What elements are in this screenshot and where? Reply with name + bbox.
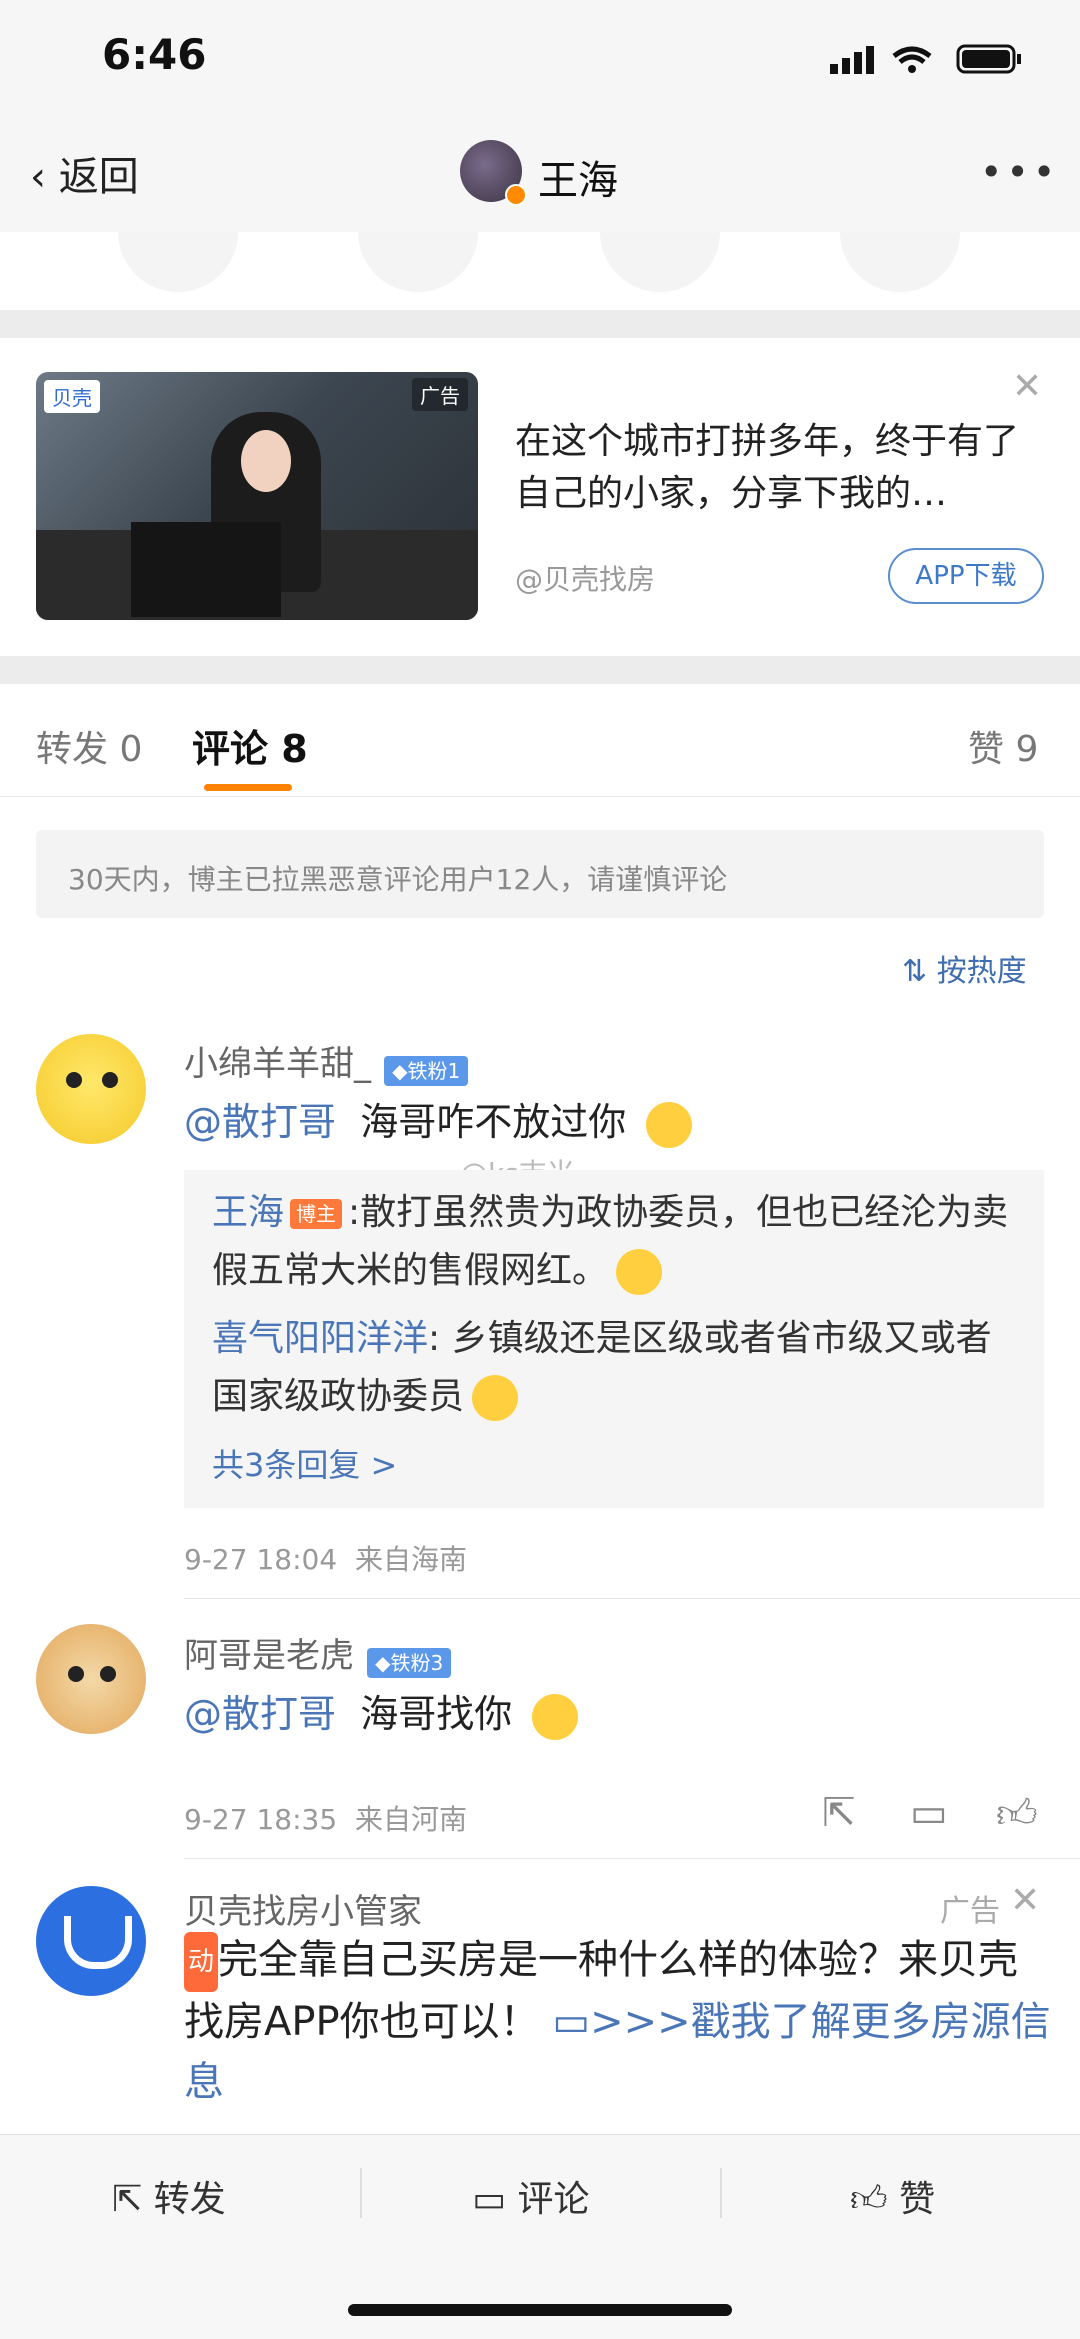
comment-time: 9-27 18:04: [184, 1543, 338, 1576]
laugh-cry-emoji-icon: [646, 1101, 693, 1148]
status-icons: [830, 42, 1030, 82]
ad-image-laptop: [131, 522, 281, 617]
bottom-divider: [360, 2168, 362, 2218]
comment-location: 来自海南: [354, 1543, 467, 1576]
tab-comments[interactable]: 评论 8: [192, 718, 308, 773]
mention-link[interactable]: @散打哥: [184, 1692, 336, 1736]
ad-image[interactable]: 贝壳 广告: [36, 372, 478, 620]
host-badge: 博主: [290, 1199, 343, 1229]
close-icon[interactable]: ✕: [1010, 1880, 1040, 1921]
post-action-strip: [0, 232, 1080, 310]
fan-badge: ◆铁粉3: [367, 1647, 452, 1678]
comment-divider: [184, 1858, 1080, 1859]
avatar-eye: [68, 1666, 84, 1682]
avatar-eye: [66, 1072, 82, 1088]
forward-label: 转发: [153, 2179, 226, 2220]
comment-username[interactable]: 贝壳找房小管家: [184, 1884, 422, 1933]
video-icon: ▭: [552, 1999, 591, 2045]
tab-forward[interactable]: 转发 0: [36, 720, 142, 772]
comment-divider: [184, 1598, 1080, 1599]
action-circle[interactable]: [840, 232, 960, 292]
sort-label: 按热度: [936, 954, 1027, 989]
brand-logo-icon: [64, 1916, 132, 1969]
comment-text: @散打哥 海哥找你: [184, 1684, 579, 1744]
comment-icon[interactable]: ▭: [910, 1790, 948, 1836]
close-icon[interactable]: ✕: [1012, 366, 1042, 407]
home-indicator: [348, 2304, 732, 2316]
ad-tag: 广告: [412, 378, 468, 411]
ad-comment-text[interactable]: 动完全靠自己买房是一种什么样的体验？来贝壳找房APP你也可以！ ▭>>>戳我了解…: [184, 1930, 1054, 2112]
comment-location: 来自河南: [354, 1803, 467, 1836]
back-button[interactable]: ‹ 返回: [30, 144, 139, 202]
comment-label: 评论: [517, 2179, 590, 2220]
share-icon[interactable]: ⇱: [822, 1790, 856, 1836]
comment-button[interactable]: ▭ 评论: [472, 2170, 589, 2222]
laugh-cry-emoji-icon: [532, 1693, 579, 1740]
back-label: 返回: [58, 154, 139, 200]
comment-meta: 9-27 18:35 来自河南: [184, 1798, 467, 1838]
bottom-divider: [720, 2168, 722, 2218]
more-options-icon[interactable]: •••: [980, 150, 1059, 194]
verified-badge-icon: [505, 184, 527, 206]
action-circle[interactable]: [118, 232, 238, 292]
avatar[interactable]: [36, 1886, 146, 1996]
ad-source: @贝壳找房: [515, 563, 656, 596]
action-circle[interactable]: [600, 232, 720, 292]
section-divider: [0, 656, 1080, 684]
laugh-cry-emoji-icon: [616, 1249, 663, 1295]
comment-text: @散打哥 海哥咋不放过你: [184, 1092, 693, 1152]
comment-username[interactable]: 小绵羊羊甜_: [184, 1044, 371, 1084]
app-download-button[interactable]: APP下载: [888, 548, 1044, 604]
comment-header: 阿哥是老虎 ◆铁粉3: [184, 1628, 452, 1678]
ad-logo: 贝壳: [44, 380, 100, 413]
scared-emoji-icon: [472, 1375, 519, 1421]
tab-bar: [0, 684, 1080, 797]
avatar[interactable]: [36, 1624, 146, 1734]
comment-header: 小绵羊羊甜_ ◆铁粉1: [184, 1036, 469, 1086]
avatar-eye: [100, 1666, 116, 1682]
action-circle[interactable]: [358, 232, 478, 292]
reply-username[interactable]: 王海: [212, 1192, 284, 1233]
reply-username[interactable]: 喜气阳阳洋洋: [212, 1318, 428, 1359]
sort-icon: ⇅: [902, 954, 928, 989]
comment-body: 海哥找你: [360, 1692, 513, 1736]
ad-text[interactable]: 在这个城市打拼多年，终于有了自己的小家，分享下我的…: [515, 416, 1035, 520]
reply-item[interactable]: 喜气阳阳洋洋: 乡镇级还是区级或者省市级又或者国家级政协委员: [212, 1310, 1022, 1426]
comment-icon: ▭: [472, 2179, 507, 2220]
avatar-eye: [102, 1072, 118, 1088]
like-label: 赞: [899, 2179, 936, 2220]
ad-image-face: [241, 430, 291, 492]
sort-button[interactable]: ⇅ 按热度: [902, 946, 1027, 990]
comment-time: 9-27 18:35: [184, 1803, 338, 1836]
activity-badge: 动: [184, 1932, 219, 1992]
thumbs-up-icon[interactable]: 👍︎: [996, 1790, 1038, 1838]
more-replies-link[interactable]: 共3条回复 >: [212, 1440, 397, 1486]
share-icon: ⇱: [112, 2179, 143, 2220]
notice-text: 30天内，博主已拉黑恶意评论用户12人，请谨慎评论: [68, 863, 728, 896]
fan-badge: ◆铁粉1: [384, 1055, 469, 1086]
reply-item[interactable]: 王海 博主:散打虽然贵为政协委员，但也已经沦为卖假五常大米的售假网红。: [212, 1184, 1022, 1300]
forward-button[interactable]: ⇱ 转发: [112, 2170, 226, 2222]
comment-username[interactable]: 阿哥是老虎: [184, 1636, 354, 1676]
section-divider: [0, 310, 1080, 338]
status-time: 6:46: [102, 30, 207, 79]
page-title: 王海: [538, 158, 618, 204]
avatar[interactable]: [36, 1034, 146, 1144]
comment-meta: 9-27 18:04 来自海南: [184, 1538, 467, 1578]
ad-label: 广告: [940, 1894, 1000, 1929]
mention-link[interactable]: @散打哥: [184, 1100, 336, 1144]
comment-body: 海哥咋不放过你: [360, 1100, 627, 1144]
chevron-left-icon: ‹: [30, 154, 46, 200]
tab-active-indicator: [204, 784, 292, 791]
like-button[interactable]: 👍︎ 赞: [850, 2170, 935, 2222]
tab-likes[interactable]: 赞 9: [968, 720, 1038, 772]
thumbs-up-icon: 👍︎: [850, 2179, 888, 2220]
